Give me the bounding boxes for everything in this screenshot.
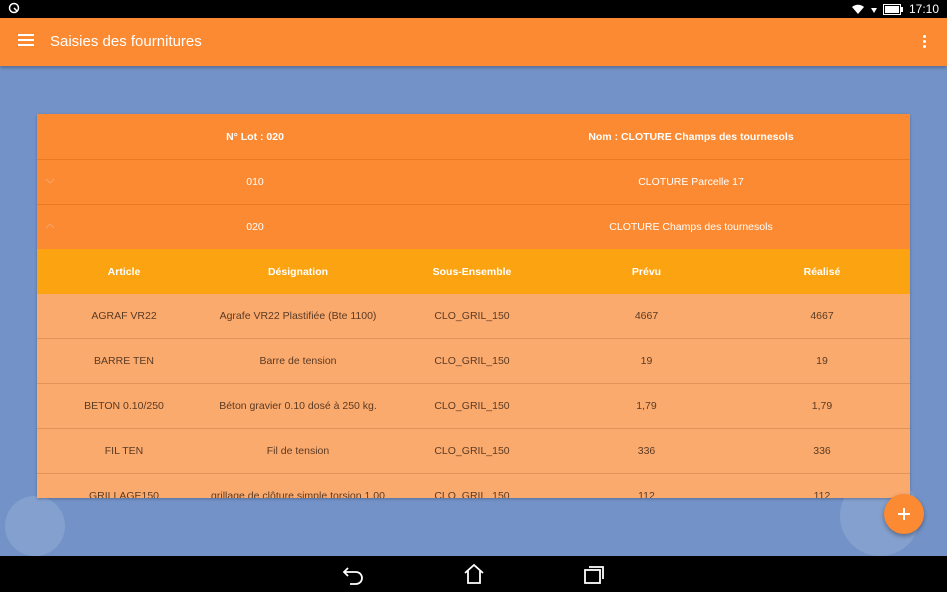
home-icon[interactable] (462, 563, 486, 585)
system-navigation-bar (0, 556, 947, 592)
column-header-sous-ensemble: Sous-Ensemble (432, 265, 512, 278)
table-row[interactable]: GRILLAGE150 grillage de clôture simple t… (37, 474, 910, 498)
cell-sous-ensemble: CLO_GRIL_150 (434, 355, 510, 367)
table-row[interactable]: AGRAF VR22 Agrafe VR22 Plastifiée (Bte 1… (37, 294, 910, 339)
cell-prevu: 4667 (634, 310, 659, 322)
lot-row-010[interactable]: 010 CLOTURE Parcelle 17 (37, 159, 910, 204)
cell-article: BARRE TEN (94, 355, 154, 367)
lot-number: 020 (246, 221, 264, 233)
table-row[interactable]: BETON 0.10/250 Béton gravier 0.10 dosé à… (37, 384, 910, 429)
column-header-designation: Désignation (267, 265, 329, 278)
cell-prevu: 19 (640, 355, 653, 367)
lot-header: N° Lot : 020 Nom : CLOTURE Champs des to… (37, 114, 910, 159)
cell-sous-ensemble: CLO_GRIL_150 (434, 490, 510, 498)
cell-prevu: 112 (638, 490, 655, 498)
lot-row-020[interactable]: 020 CLOTURE Champs des tournesols (37, 204, 910, 249)
lot-number-label: N° Lot : 020 (226, 130, 284, 143)
cell-prevu: 1,79 (636, 400, 657, 412)
plus-icon (903, 508, 905, 520)
cell-article: BETON 0.10/250 (84, 400, 164, 412)
back-icon[interactable] (342, 563, 366, 585)
recent-apps-icon[interactable] (582, 563, 606, 585)
cell-sous-ensemble: CLO_GRIL_150 (434, 400, 510, 412)
supplies-card: N° Lot : 020 Nom : CLOTURE Champs des to… (37, 114, 910, 498)
cell-designation: Barre de tension (259, 355, 337, 367)
add-button[interactable] (884, 494, 924, 534)
cell-designation: Fil de tension (266, 445, 330, 457)
clock: 17:10 (908, 2, 939, 16)
signal-icon (870, 8, 877, 13)
cell-realise: 336 (813, 445, 831, 457)
table-row[interactable]: FIL TEN Fil de tension CLO_GRIL_150 336 … (37, 429, 910, 474)
page-title: Saisies des fournitures (50, 33, 202, 50)
lot-number: 010 (246, 176, 264, 188)
column-header-realise: Réalisé (803, 265, 841, 278)
sync-icon (8, 2, 20, 14)
cell-realise: 112 (813, 490, 831, 498)
cell-realise: 4667 (810, 310, 834, 322)
more-options-icon[interactable] (923, 35, 927, 49)
chevron-down-icon[interactable] (45, 177, 55, 185)
cell-designation: grillage de clôture simple torsion 1,00 (211, 490, 385, 498)
status-bar: 17:10 (0, 0, 947, 18)
lot-name-label: Nom : CLOTURE Champs des tournesols (588, 130, 794, 143)
app-bar: Saisies des fournitures (0, 18, 947, 66)
cell-designation: Agrafe VR22 Plastifiée (Bte 1100) (219, 310, 377, 322)
cell-realise: 1,79 (811, 400, 833, 412)
chevron-up-icon[interactable] (45, 222, 55, 230)
table-row[interactable]: BARRE TEN Barre de tension CLO_GRIL_150 … (37, 339, 910, 384)
menu-icon[interactable] (18, 34, 34, 48)
cell-prevu: 336 (637, 445, 656, 457)
lot-name: CLOTURE Parcelle 17 (638, 176, 744, 188)
cell-designation: Béton gravier 0.10 dosé à 250 kg. (219, 400, 377, 412)
column-header-prevu: Prévu (631, 265, 662, 278)
table-header: Article Désignation Sous-Ensemble Prévu … (37, 249, 910, 294)
lot-name: CLOTURE Champs des tournesols (609, 221, 773, 233)
main-content: N° Lot : 020 Nom : CLOTURE Champs des to… (0, 66, 947, 556)
cell-sous-ensemble: CLO_GRIL_150 (434, 445, 510, 457)
cell-realise: 19 (816, 355, 828, 367)
cell-sous-ensemble: CLO_GRIL_150 (434, 310, 510, 322)
cell-article: AGRAF VR22 (91, 310, 157, 322)
column-header-article: Article (107, 265, 141, 278)
wifi-icon (851, 4, 864, 14)
cell-article: GRILLAGE150 (88, 490, 160, 498)
battery-icon (882, 3, 903, 15)
cell-article: FIL TEN (104, 445, 144, 457)
